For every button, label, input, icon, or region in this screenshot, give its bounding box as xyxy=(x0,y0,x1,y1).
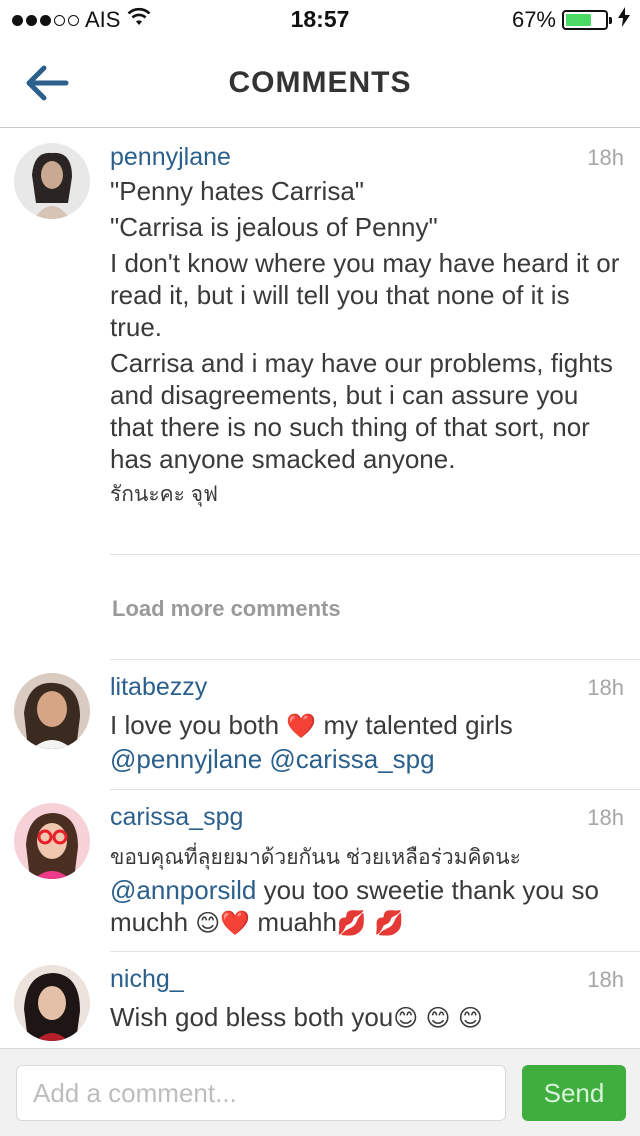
comment-username[interactable]: pennyjlane xyxy=(110,143,231,172)
comment-time: 18h xyxy=(587,967,624,992)
comment-paragraph: Carrisa and i may have our problems, fig… xyxy=(110,348,613,474)
avatar[interactable] xyxy=(14,803,90,879)
comment-thai-line: ขอบคุณที่ลุยยมาด้วยกันน ช่วยเหลือร่วมคิด… xyxy=(110,846,521,869)
load-more-comments-button[interactable]: Load more comments xyxy=(112,596,341,622)
comment-time: 18h xyxy=(587,675,624,700)
heart-emoji-icon: ❤️ xyxy=(220,910,251,937)
divider xyxy=(110,554,640,555)
comment-item: pennyjlane 18h "Penny hates Carrisa" "Ca… xyxy=(0,129,640,559)
comment-item: nichg_ 18h Wish god bless both you😊 😊 😊 xyxy=(0,951,640,1049)
mention-link[interactable]: @pennyjlane xyxy=(110,744,262,774)
comment-item: litabezzy 18h I love you both ❤️ my tale… xyxy=(0,659,640,790)
comment-username[interactable]: carissa_spg xyxy=(110,803,243,832)
heart-emoji-icon: ❤️ xyxy=(286,713,317,740)
comment-time: 18h xyxy=(587,805,624,830)
mention-link[interactable]: @carissa_spg xyxy=(269,744,434,774)
comment-signature: รักนะคะ จุฟ xyxy=(110,483,218,506)
battery-icon xyxy=(562,10,612,30)
smile-emoji-icon: 😊 xyxy=(393,1005,419,1032)
charging-icon xyxy=(618,7,630,33)
comment-paragraph: I don't know where you may have heard it… xyxy=(110,248,620,342)
comment-text-part: Wish god bless both you xyxy=(110,1002,394,1032)
comment-input[interactable] xyxy=(16,1065,506,1121)
comment-text: ขอบคุณที่ลุยยมาด้วยกันน ช่วยเหลือร่วมคิด… xyxy=(110,839,625,940)
comment-text-part: my talented girls xyxy=(316,710,513,740)
mention-link[interactable]: @annporsild xyxy=(110,875,256,905)
smile-emoji-icon: 😊 xyxy=(457,1005,483,1032)
comment-text: I love you both ❤️ my talented girls @pe… xyxy=(110,709,625,775)
comment-text-part: I love you both xyxy=(110,710,287,740)
send-button[interactable]: Send xyxy=(522,1065,626,1121)
avatar[interactable] xyxy=(14,143,90,219)
smile-emoji-icon: 😊 xyxy=(195,910,221,937)
comment-text: "Penny hates Carrisa" "Carrisa is jealou… xyxy=(110,175,625,515)
navigation-bar: COMMENTS xyxy=(0,40,640,128)
kiss-emoji-icon: 💋 xyxy=(374,910,404,937)
battery-level xyxy=(566,14,592,26)
avatar[interactable] xyxy=(14,965,90,1041)
comment-paragraph: "Penny hates Carrisa" xyxy=(110,176,365,206)
comment-item: carissa_spg 18h ขอบคุณที่ลุยยมาด้วยกันน … xyxy=(0,789,640,952)
comment-username[interactable]: nichg_ xyxy=(110,965,184,994)
battery-percent: 67% xyxy=(511,7,556,32)
page-title: COMMENTS xyxy=(228,66,412,99)
avatar[interactable] xyxy=(14,673,90,749)
comment-paragraph: "Carrisa is jealous of Penny" xyxy=(110,212,438,242)
smile-emoji-icon: 😊 xyxy=(425,1005,451,1032)
comment-time: 18h xyxy=(587,145,624,170)
comment-text: Wish god bless both you😊 😊 😊 xyxy=(110,1001,625,1035)
comment-username[interactable]: litabezzy xyxy=(110,673,207,702)
comments-list[interactable]: pennyjlane 18h "Penny hates Carrisa" "Ca… xyxy=(0,129,640,1049)
comment-composer: Send xyxy=(0,1048,640,1136)
kiss-emoji-icon: 💋 xyxy=(336,910,367,937)
status-bar: AIS 18:57 67% xyxy=(0,0,640,40)
battery-status: 67% xyxy=(512,0,630,40)
comment-text-part: muahh xyxy=(250,907,337,937)
